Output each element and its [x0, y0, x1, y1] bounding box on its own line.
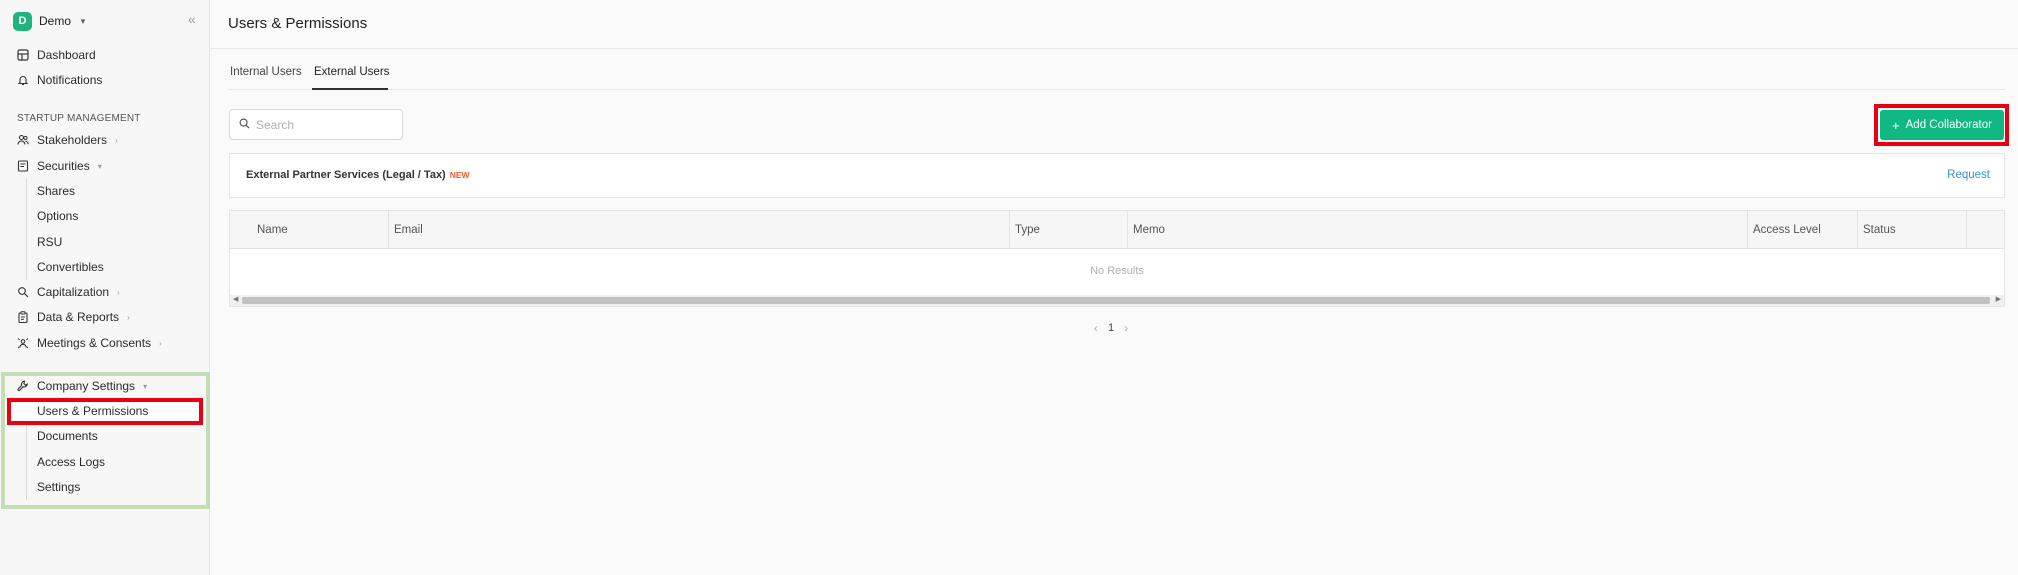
- sidebar-subitem-documents[interactable]: Documents: [37, 427, 98, 445]
- chevron-right-icon: ›: [159, 338, 162, 348]
- chevron-left-icon[interactable]: ‹: [1094, 321, 1098, 335]
- page-title: Users & Permissions: [228, 15, 368, 32]
- workspace-avatar: D: [13, 11, 32, 31]
- collapse-sidebar-icon[interactable]: «: [188, 11, 196, 27]
- empty-state-text: No Results: [1090, 265, 1144, 277]
- column-divider: [388, 211, 389, 249]
- section-label: STARTUP MANAGEMENT: [17, 113, 141, 124]
- column-header-status[interactable]: Status: [1863, 224, 1896, 236]
- column-divider: [1009, 211, 1010, 249]
- search-icon: [239, 116, 250, 134]
- sidebar-item-stakeholders[interactable]: Stakeholders ›: [17, 131, 118, 149]
- sidebar-subitem-rsu[interactable]: RSU: [37, 233, 62, 251]
- column-header-access-level[interactable]: Access Level: [1753, 224, 1821, 236]
- sidebar-item-label: Securities: [37, 159, 90, 173]
- clipboard-icon: [17, 311, 29, 323]
- scroll-left-icon[interactable]: ◀: [233, 295, 238, 303]
- users-icon: [17, 134, 29, 146]
- column-divider: [1966, 211, 1967, 249]
- horizontal-scrollbar[interactable]: ◀ ▶: [230, 295, 2004, 306]
- workspace-switcher[interactable]: D Demo ▼: [13, 11, 87, 31]
- sidebar-subitem-shares[interactable]: Shares: [37, 182, 75, 200]
- tabs-divider: [228, 89, 2005, 90]
- sidebar-subitem-users-permissions[interactable]: Users & Permissions: [37, 402, 148, 420]
- add-collaborator-label: Add Collaborator: [1905, 119, 1992, 131]
- submenu-line: [26, 178, 27, 280]
- wrench-icon: [17, 380, 29, 392]
- sidebar: D Demo ▼ « Dashboard Notifications START…: [0, 0, 210, 575]
- search-box[interactable]: [229, 109, 403, 140]
- sidebar-item-securities[interactable]: Securities ▾: [17, 157, 102, 175]
- certificate-icon: [17, 160, 29, 172]
- sidebar-item-dashboard[interactable]: Dashboard: [17, 46, 96, 64]
- request-link[interactable]: Request: [1947, 169, 1990, 181]
- column-divider: [1127, 211, 1128, 249]
- sidebar-subitem-settings[interactable]: Settings: [37, 478, 80, 496]
- chevron-right-icon: ›: [117, 287, 120, 297]
- column-header-email[interactable]: Email: [394, 224, 423, 236]
- column-divider: [1747, 211, 1748, 249]
- sidebar-item-label: Capitalization: [37, 285, 110, 299]
- tab-external-users[interactable]: External Users: [314, 66, 389, 78]
- sidebar-item-company-settings[interactable]: Company Settings ▾: [17, 377, 147, 395]
- bell-icon: [17, 74, 29, 86]
- header-divider: [210, 48, 2018, 49]
- sidebar-item-label: Meetings & Consents: [37, 336, 152, 350]
- add-collaborator-button[interactable]: + Add Collaborator: [1880, 110, 2004, 140]
- partner-services-banner: External Partner Services (Legal / Tax) N…: [229, 153, 2005, 198]
- sidebar-item-label: Dashboard: [37, 48, 96, 62]
- current-page[interactable]: 1: [1108, 322, 1114, 334]
- scroll-right-icon[interactable]: ▶: [1996, 295, 2001, 303]
- chevron-right-icon: ›: [127, 312, 130, 322]
- workspace-name: Demo: [39, 14, 72, 28]
- chevron-right-icon: ›: [115, 135, 118, 145]
- sidebar-item-capitalization[interactable]: Capitalization ›: [17, 283, 120, 301]
- tab-internal-users[interactable]: Internal Users: [230, 66, 302, 78]
- sidebar-subitem-options[interactable]: Options: [37, 207, 78, 225]
- sidebar-item-data-reports[interactable]: Data & Reports ›: [17, 308, 130, 326]
- chevron-down-icon: ▾: [143, 381, 148, 391]
- new-badge: NEW: [449, 170, 470, 180]
- partner-services-title: External Partner Services (Legal / Tax) N…: [246, 169, 470, 181]
- caret-down-icon: ▼: [79, 16, 87, 26]
- search-chart-icon: [17, 286, 29, 298]
- column-header-type[interactable]: Type: [1015, 224, 1040, 236]
- sidebar-item-label: Company Settings: [37, 379, 136, 393]
- external-users-table: Name Email Type Memo Access Level Status…: [229, 210, 2005, 307]
- chevron-right-icon[interactable]: ›: [1124, 321, 1128, 335]
- plus-icon: +: [1892, 117, 1900, 133]
- active-tab-indicator: [312, 88, 388, 90]
- column-header-name[interactable]: Name: [257, 224, 288, 236]
- meeting-icon: [17, 337, 29, 349]
- sidebar-item-label: Data & Reports: [37, 310, 120, 324]
- sidebar-item-label: Notifications: [37, 73, 103, 87]
- sidebar-item-notifications[interactable]: Notifications: [17, 71, 102, 89]
- sidebar-item-meetings-consents[interactable]: Meetings & Consents ›: [17, 334, 162, 352]
- search-input[interactable]: [256, 117, 396, 132]
- pagination: ‹ 1 ›: [1094, 321, 1128, 335]
- sidebar-subitem-access-logs[interactable]: Access Logs: [37, 453, 105, 471]
- table-header: Name Email Type Memo Access Level Status: [230, 211, 2004, 249]
- column-header-memo[interactable]: Memo: [1133, 224, 1165, 236]
- chevron-down-icon: ▾: [97, 161, 102, 171]
- column-divider: [1857, 211, 1858, 249]
- scrollbar-thumb[interactable]: [242, 297, 1990, 304]
- sidebar-item-label: Stakeholders: [37, 133, 108, 147]
- sidebar-subitem-convertibles[interactable]: Convertibles: [37, 258, 104, 276]
- partner-services-text: External Partner Services (Legal / Tax): [246, 169, 446, 181]
- dashboard-icon: [17, 49, 29, 61]
